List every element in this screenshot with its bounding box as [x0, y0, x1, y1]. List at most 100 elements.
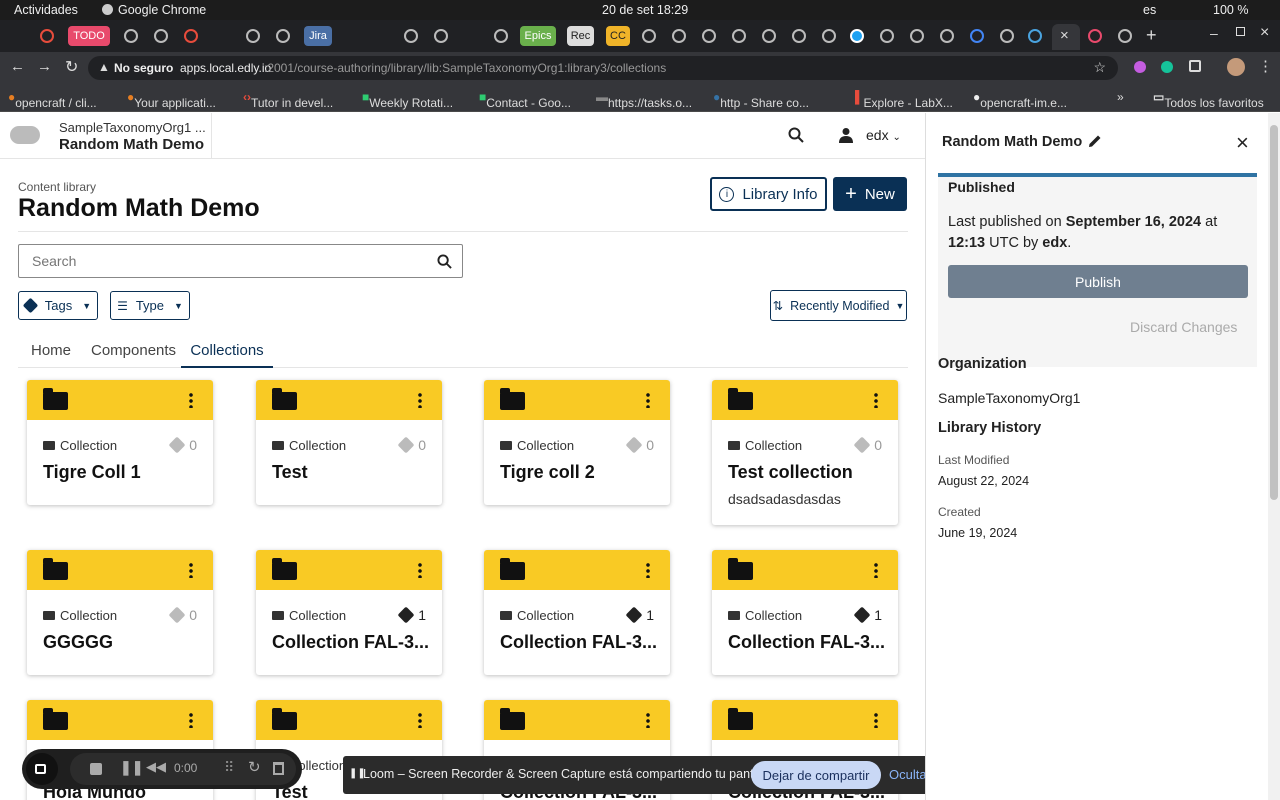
tab-favicon-icon[interactable] — [40, 29, 54, 43]
user-icon[interactable] — [839, 127, 853, 143]
close-window-icon[interactable]: × — [1260, 24, 1269, 42]
delete-icon[interactable] — [273, 762, 284, 775]
more-options-icon[interactable] — [874, 712, 878, 728]
stop-icon[interactable] — [90, 763, 102, 775]
tab-favicon-icon[interactable] — [276, 29, 290, 43]
tab-favicon-icon[interactable] — [792, 29, 806, 43]
more-options-icon[interactable] — [418, 562, 422, 578]
header-library-title[interactable]: Random Math Demo — [59, 136, 204, 153]
camera-button[interactable] — [26, 753, 58, 785]
discard-changes-button[interactable]: Discard Changes — [1130, 319, 1237, 335]
collection-card[interactable]: Collection 0 Tigre coll 2 — [484, 380, 670, 505]
rewind-icon[interactable]: ◀◀ — [146, 759, 166, 775]
collection-card[interactable]: Collection 1 Collection FAL-3... — [712, 550, 898, 675]
chrome-menu-icon[interactable]: ⋮ — [1258, 57, 1273, 75]
tab-favicon-icon[interactable] — [822, 29, 836, 43]
close-icon[interactable]: × — [1236, 130, 1249, 156]
stop-sharing-button[interactable]: Dejar de compartir — [751, 761, 881, 789]
tab-favicon-icon[interactable] — [732, 29, 746, 43]
user-menu[interactable]: edx ⌄ — [866, 127, 901, 143]
tab-favicon-icon[interactable] — [246, 29, 260, 43]
type-filter[interactable]: ☰ Type ▼ — [110, 291, 190, 320]
scrollbar-thumb[interactable] — [1270, 125, 1278, 500]
all-bookmarks[interactable]: ▭ Todos los favoritos — [1153, 90, 1264, 110]
library-info-button[interactable]: i Library Info — [710, 177, 827, 211]
more-options-icon[interactable] — [874, 562, 878, 578]
tab-favicon-icon[interactable] — [154, 29, 168, 43]
tab-favicon-icon[interactable] — [1000, 29, 1014, 43]
bookmark-item[interactable]: ▬ https://tasks.o... — [596, 90, 692, 110]
back-icon[interactable]: ← — [10, 58, 25, 75]
tab-collections[interactable]: Collections — [181, 342, 273, 368]
tab-favicon-icon[interactable] — [940, 29, 954, 43]
new-tab-icon[interactable]: + — [1146, 25, 1157, 46]
pause-icon[interactable]: ❚❚ — [120, 759, 143, 776]
tab-favicon-icon[interactable] — [494, 29, 508, 43]
collection-card[interactable]: Collection 0 Test collection dsadsadasdasda… — [712, 380, 898, 525]
tab-rec[interactable]: Rec — [567, 26, 594, 46]
github-icon[interactable] — [910, 29, 924, 43]
minimize-icon[interactable]: – — [1210, 25, 1218, 41]
search-icon[interactable] — [437, 254, 452, 269]
bookmark-item[interactable]: ● opencraft / cli... — [8, 90, 97, 110]
bookmark-item[interactable]: ■ Weekly Rotati... — [362, 90, 453, 110]
clock[interactable]: 20 de set 18:29 — [602, 3, 688, 17]
gmail-icon[interactable] — [184, 29, 198, 43]
search-field[interactable] — [18, 244, 463, 278]
more-options-icon[interactable] — [646, 562, 650, 578]
more-options-icon[interactable] — [646, 392, 650, 408]
collection-card[interactable]: Collection 1 Collection FAL-3... — [256, 550, 442, 675]
extension-icon[interactable] — [1134, 61, 1146, 73]
tab-favicon-icon[interactable] — [124, 29, 138, 43]
bookmark-item[interactable]: ● opencraft-im.e... — [973, 90, 1067, 110]
new-button[interactable]: + New — [833, 177, 907, 211]
app-name[interactable]: Google Chrome — [118, 3, 206, 17]
tab-favicon-icon[interactable] — [1088, 29, 1102, 43]
bookmark-item[interactable]: ■ Contact - Goo... — [479, 90, 571, 110]
tab-favicon-icon[interactable] — [434, 29, 448, 43]
collection-card[interactable]: Collection 0 GGGGG — [27, 550, 213, 675]
language-indicator[interactable]: es — [1143, 3, 1156, 17]
search-icon[interactable] — [788, 127, 804, 143]
restart-icon[interactable]: ↻ — [248, 758, 261, 776]
tab-active[interactable]: × — [1052, 24, 1080, 50]
address-bar[interactable]: ▲ No seguro apps.local.edly.io :2001/cou… — [88, 56, 1118, 80]
bookmarks-overflow-icon[interactable]: » — [1117, 90, 1124, 104]
publish-button[interactable]: Publish — [948, 265, 1248, 298]
security-label[interactable]: No seguro — [114, 61, 173, 75]
tab-cc[interactable]: CC — [606, 26, 630, 46]
tab-favicon-icon[interactable] — [880, 29, 894, 43]
more-options-icon[interactable] — [874, 392, 878, 408]
reload-icon[interactable]: ↻ — [65, 57, 78, 77]
translate-icon[interactable] — [970, 29, 984, 43]
bookmark-item[interactable]: ● Your applicati... — [127, 90, 216, 110]
tab-components[interactable]: Components — [91, 342, 176, 359]
collection-card[interactable]: Collection 0 Tigre Coll 1 — [27, 380, 213, 505]
github-icon[interactable] — [702, 29, 716, 43]
maximize-icon[interactable] — [1236, 27, 1245, 36]
sort-dropdown[interactable]: ⇅ Recently Modified ▼ — [770, 290, 907, 321]
logo[interactable] — [10, 126, 40, 144]
tab-favicon-icon[interactable] — [672, 29, 686, 43]
extensions-puzzle-icon[interactable] — [1189, 60, 1201, 72]
profile-avatar[interactable] — [1227, 58, 1245, 76]
tab-favicon-icon[interactable] — [1118, 29, 1132, 43]
battery-level[interactable]: 100 % — [1213, 3, 1248, 17]
grammarly-icon[interactable] — [1161, 61, 1173, 73]
edit-pencil-icon[interactable] — [1088, 134, 1102, 148]
more-options-icon[interactable] — [646, 712, 650, 728]
bookmark-star-icon[interactable]: ☆ — [1093, 59, 1106, 76]
tab-epics[interactable]: Epics — [520, 26, 556, 46]
tab-favicon-icon[interactable] — [642, 29, 656, 43]
tab-favicon-icon[interactable] — [762, 29, 776, 43]
activities-button[interactable]: Actividades — [14, 3, 78, 17]
collection-card[interactable]: Collection 0 Test — [256, 380, 442, 505]
tab-favicon-icon[interactable] — [404, 29, 418, 43]
drag-handle-icon[interactable]: ⠿ — [224, 759, 234, 776]
warning-icon[interactable]: ▲ — [98, 60, 110, 74]
collection-card[interactable]: Collection 1 Collection FAL-3... — [484, 550, 670, 675]
bookmark-item[interactable]: ● http - Share co... — [713, 90, 809, 110]
search-input[interactable] — [20, 246, 420, 276]
tab-todo[interactable]: TODO — [68, 26, 110, 46]
bookmark-item[interactable]: ‹› Tutor in devel... — [243, 90, 333, 110]
